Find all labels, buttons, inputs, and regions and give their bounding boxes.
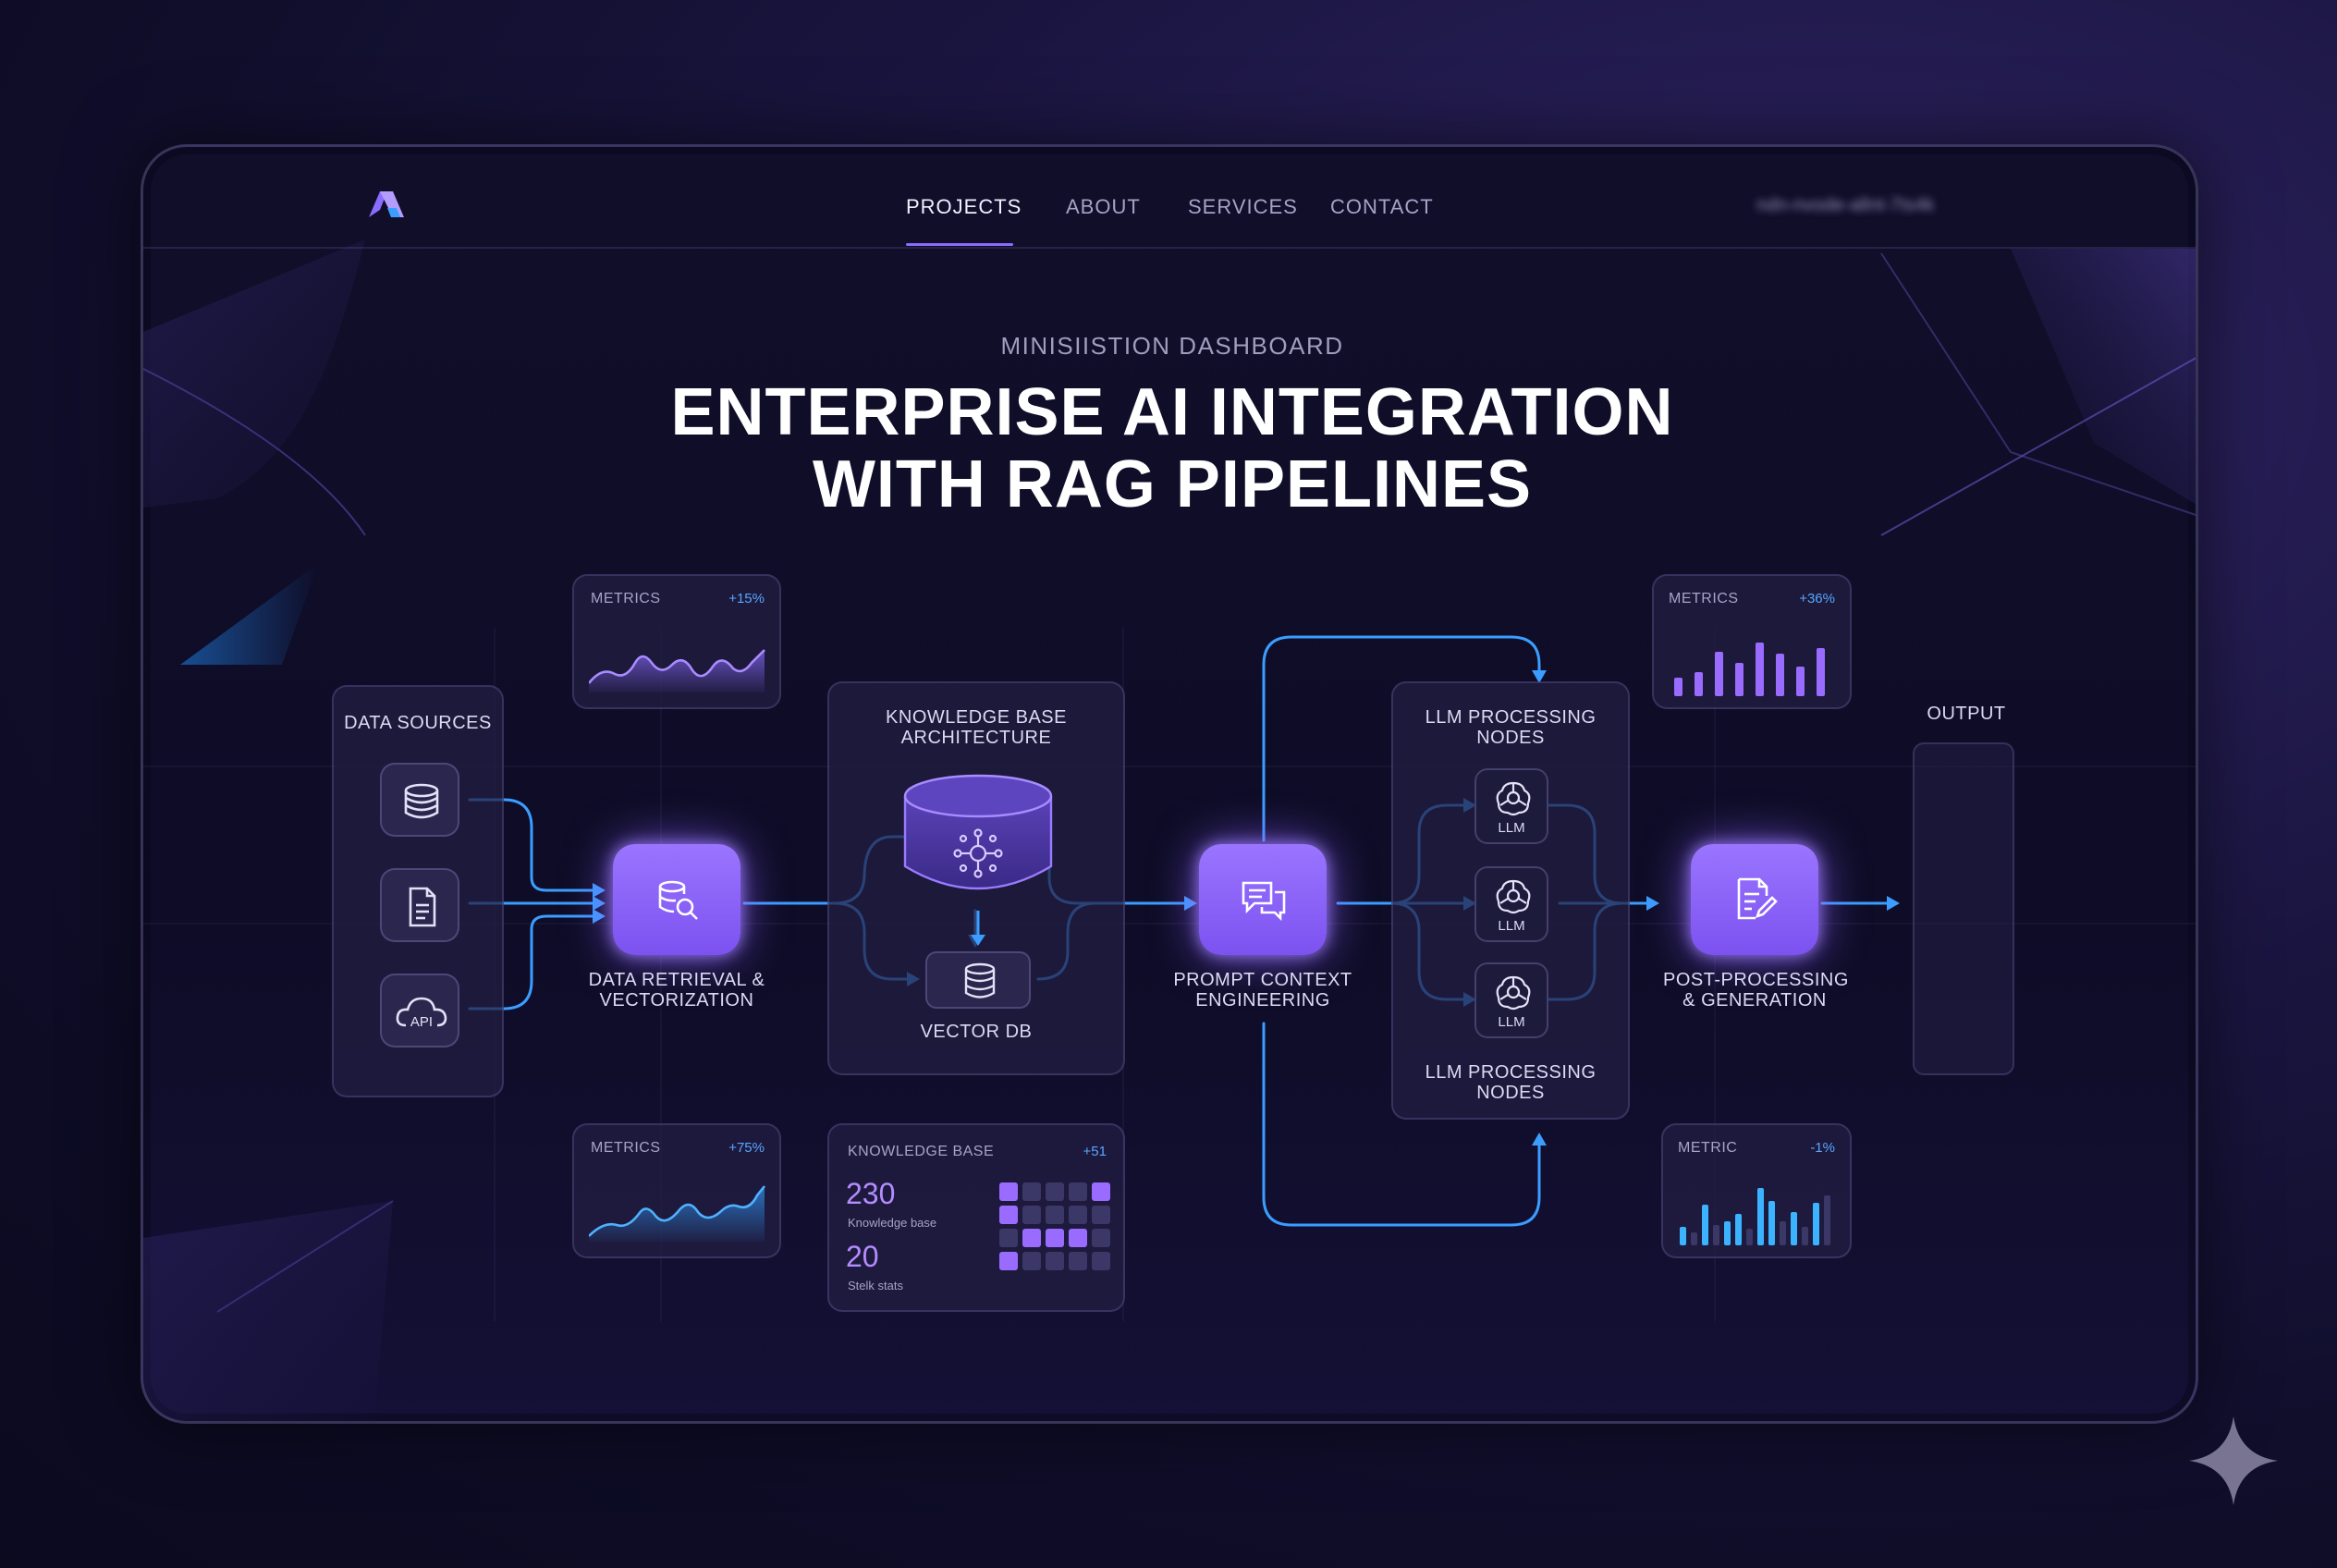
database-search-icon <box>658 880 698 920</box>
stat-knowledge-label: Knowledge base <box>848 1216 937 1230</box>
prompt-context-label-1: PROMPT CONTEXT <box>1173 970 1352 990</box>
llm-node-1[interactable]: LLM <box>1474 768 1548 844</box>
metrics-label: METRICS <box>1669 591 1739 606</box>
metrics-card-bottom-left[interactable]: METRICS +75% <box>572 1123 781 1258</box>
down-arrow-icon <box>971 911 985 946</box>
llm-label: LLM <box>1498 918 1525 934</box>
metrics-label: METRICS <box>591 1140 661 1156</box>
page-title: ENTERPRISE AI INTEGRATION WITH RAG PIPEL… <box>143 375 2196 521</box>
api-source[interactable]: API <box>380 974 459 1047</box>
chat-bubbles-icon <box>1242 881 1286 922</box>
knowledge-stats-value: +51 <box>1083 1144 1107 1159</box>
output-label: OUTPUT <box>1927 704 2006 724</box>
knowledge-heat-grid <box>999 1182 1110 1293</box>
llm-label: LLM <box>1498 820 1525 836</box>
post-processing-label-1: POST-PROCESSING <box>1663 970 1849 990</box>
document-icon <box>409 887 436 927</box>
document-source[interactable] <box>380 868 459 942</box>
nav-blurred-text: ndn-nvode-allnt-7ts4k <box>1756 195 1935 215</box>
llm-bottom-label: LLM PROCESSING NODES <box>1393 1062 1628 1103</box>
data-sources-panel: DATA SOURCES API <box>332 685 504 1097</box>
area-sparkline <box>589 1185 766 1242</box>
metrics-label: METRIC <box>1678 1140 1738 1156</box>
brand-logo[interactable] <box>365 186 408 223</box>
metrics-label: METRICS <box>591 591 661 606</box>
post-processing-label: POST-PROCESSING & GENERATION <box>1663 970 1849 1011</box>
database-icon <box>404 783 439 819</box>
database-icon <box>964 962 996 998</box>
nav-projects[interactable]: PROJECTS <box>906 195 1022 219</box>
metrics-value: +75% <box>728 1140 765 1156</box>
document-edit-icon <box>1737 877 1778 920</box>
post-processing-label-2: & GENERATION <box>1682 990 1827 1011</box>
metrics-card-top-left[interactable]: METRICS +15% <box>572 574 781 709</box>
page-subtitle: MINISIISTION DASHBOARD <box>1000 332 1344 360</box>
output-panel[interactable] <box>1913 742 2014 1075</box>
metrics-value: +15% <box>728 591 765 606</box>
area-sparkline <box>589 649 765 692</box>
nav-about[interactable]: ABOUT <box>1066 195 1141 219</box>
knowledge-base-label-2: ARCHITECTURE <box>900 728 1052 748</box>
knowledge-base-label: KNOWLEDGE BASE ARCHITECTURE <box>829 707 1123 748</box>
title-line-2: WITH RAG PIPELINES <box>812 447 1533 521</box>
knowledge-cylinder-icon <box>903 774 1053 890</box>
vector-db-node[interactable] <box>925 951 1031 1009</box>
llm-node-2[interactable]: LLM <box>1474 866 1548 942</box>
title-line-1: ENTERPRISE AI INTEGRATION <box>670 375 1674 449</box>
llm-processing-panel: LLM PROCESSING NODES LLM LLM LLM LLM PRO… <box>1391 681 1630 1120</box>
metrics-card-bottom-right[interactable]: METRIC -1% <box>1661 1123 1852 1258</box>
sparkle-icon <box>2189 1416 2278 1505</box>
llm-icon <box>1496 781 1531 816</box>
database-source[interactable] <box>380 763 459 837</box>
llm-top-label: LLM PROCESSING NODES <box>1393 707 1628 748</box>
nav-contact[interactable]: CONTACT <box>1330 195 1434 219</box>
top-nav: PROJECTS ABOUT SERVICES CONTACT ndn-nvod… <box>143 147 2196 249</box>
knowledge-base-panel: KNOWLEDGE BASE ARCHITECTURE VECTOR DB <box>827 681 1125 1075</box>
llm-label: LLM <box>1498 1014 1525 1030</box>
knowledge-base-label-1: KNOWLEDGE BASE <box>886 707 1067 728</box>
metrics-card-top-right[interactable]: METRICS +36% <box>1652 574 1852 709</box>
bar-sparkline <box>1680 1188 1830 1245</box>
vector-db-label: VECTOR DB <box>920 1022 1033 1042</box>
dashboard-frame: PROJECTS ABOUT SERVICES CONTACT ndn-nvod… <box>141 144 2198 1424</box>
api-label: API <box>410 1014 434 1030</box>
stat-knowledge-count: 230 <box>846 1177 896 1210</box>
stat-stelk-label: Stelk stats <box>848 1279 903 1292</box>
llm-bottom-label-2: NODES <box>1476 1083 1545 1103</box>
llm-bottom-label-1: LLM PROCESSING <box>1425 1062 1597 1083</box>
prompt-context-label: PROMPT CONTEXT ENGINEERING <box>1171 970 1354 1011</box>
metrics-value: -1% <box>1810 1140 1835 1156</box>
data-retrieval-label-2: VECTORIZATION <box>599 990 754 1011</box>
llm-top-label-1: LLM PROCESSING <box>1425 707 1597 728</box>
llm-icon <box>1496 879 1531 914</box>
nav-services[interactable]: SERVICES <box>1188 195 1298 219</box>
llm-icon <box>1496 975 1531 1011</box>
knowledge-stats-card[interactable]: KNOWLEDGE BASE +51 230 Knowledge base 20… <box>827 1123 1125 1312</box>
knowledge-stats-label: KNOWLEDGE BASE <box>848 1144 995 1159</box>
bar-sparkline <box>1674 643 1825 696</box>
metrics-value: +36% <box>1799 591 1835 606</box>
llm-node-3[interactable]: LLM <box>1474 962 1548 1038</box>
data-retrieval-label-1: DATA RETRIEVAL & <box>588 970 765 990</box>
data-sources-label: DATA SOURCES <box>344 713 492 733</box>
cloud-api-icon <box>396 997 447 1027</box>
prompt-context-label-2: ENGINEERING <box>1195 990 1330 1011</box>
prompt-context-node[interactable] <box>1199 844 1327 955</box>
stat-stelk-count: 20 <box>846 1240 879 1273</box>
data-retrieval-node[interactable] <box>613 844 740 955</box>
data-retrieval-label: DATA RETRIEVAL & VECTORIZATION <box>585 970 768 1011</box>
llm-top-label-2: NODES <box>1476 728 1545 748</box>
post-processing-node[interactable] <box>1691 844 1818 955</box>
nav-active-indicator <box>906 243 1013 246</box>
